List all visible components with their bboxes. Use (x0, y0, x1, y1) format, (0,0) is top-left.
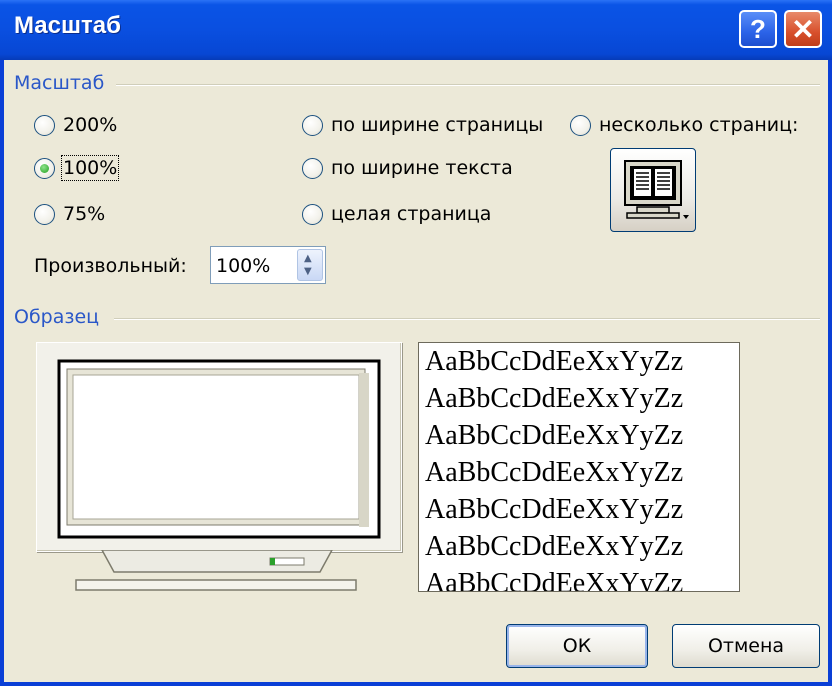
radio-text-width[interactable]: по ширине текста (302, 157, 513, 179)
custom-zoom-spinner[interactable]: 100% ▲ ▼ (210, 246, 326, 284)
sample-line: AaBbCcDdEeXxYyZz (425, 531, 684, 562)
dialog-title: Масштаб (14, 12, 121, 39)
radio-many-pages[interactable]: несколько страниц: (570, 114, 798, 136)
help-icon: ? (750, 13, 766, 44)
radio-200-label: 200% (63, 114, 118, 136)
cancel-button[interactable]: Отмена (672, 624, 820, 668)
radio-circle (302, 157, 323, 179)
sample-line: AaBbCcDdEeXxYyZz (425, 494, 684, 525)
sample-line: AaBbCcDdEeXxYyZz (425, 383, 684, 414)
radio-75-label: 75% (63, 203, 106, 225)
sample-group-label: Образец (14, 306, 100, 328)
sample-text-box: AaBbCcDdEeXxYyZz AaBbCcDdEeXxYyZz AaBbCc… (418, 342, 740, 592)
sample-line: AaBbCcDdEeXxYyZz (425, 457, 684, 488)
spin-up-icon[interactable]: ▲ (304, 254, 312, 264)
radio-100-label: 100% (60, 155, 120, 181)
title-bar[interactable]: Масштаб ? ✕ (0, 0, 832, 60)
radio-many-pages-label: несколько страниц: (599, 114, 799, 136)
radio-200[interactable]: 200% (34, 114, 117, 136)
cancel-label: Отмена (707, 635, 785, 657)
radio-circle (34, 203, 55, 225)
radio-circle (302, 114, 323, 136)
zoom-dialog: Масштаб ? ✕ Масштаб 200% 100% 75% по шир… (0, 0, 832, 686)
spin-down-icon[interactable]: ▼ (304, 267, 312, 277)
radio-75[interactable]: 75% (34, 203, 105, 225)
monitor-preview (57, 359, 381, 539)
radio-circle (34, 157, 55, 179)
custom-zoom-label: Произвольный: (34, 255, 187, 277)
sample-line: AaBbCcDdEeXxYyZz (425, 346, 684, 377)
zoom-group-label: Масштаб (14, 72, 105, 94)
sample-line: AaBbCcDdEeXxYyZz (425, 420, 684, 451)
monitor-stand-icon (75, 550, 357, 591)
multiple-pages-monitor-icon (624, 160, 689, 219)
ok-label: ОК (562, 635, 592, 657)
radio-whole-page[interactable]: целая страница (302, 203, 491, 225)
preview-panel (36, 342, 402, 552)
radio-page-width-label: по ширине страницы (331, 114, 544, 136)
spinner-buttons[interactable]: ▲ ▼ (297, 249, 323, 281)
radio-whole-page-label: целая страница (331, 203, 492, 225)
radio-circle (34, 114, 55, 136)
group-divider (114, 318, 820, 320)
many-pages-picker-button[interactable] (610, 148, 696, 232)
custom-zoom-value[interactable]: 100% (216, 255, 270, 277)
close-icon: ✕ (791, 13, 815, 45)
radio-circle (570, 114, 591, 136)
radio-text-width-label: по ширине текста (331, 157, 513, 179)
help-button[interactable]: ? (739, 10, 777, 48)
sample-line: AaBbCcDdEeXxYyZz (425, 568, 684, 592)
close-button[interactable]: ✕ (784, 10, 822, 48)
radio-page-width[interactable]: по ширине страницы (302, 114, 543, 136)
ok-button[interactable]: ОК (506, 624, 648, 668)
radio-circle (302, 203, 323, 225)
radio-100[interactable]: 100% (34, 155, 120, 181)
radio-selected-dot (40, 163, 49, 173)
group-divider (116, 84, 820, 86)
